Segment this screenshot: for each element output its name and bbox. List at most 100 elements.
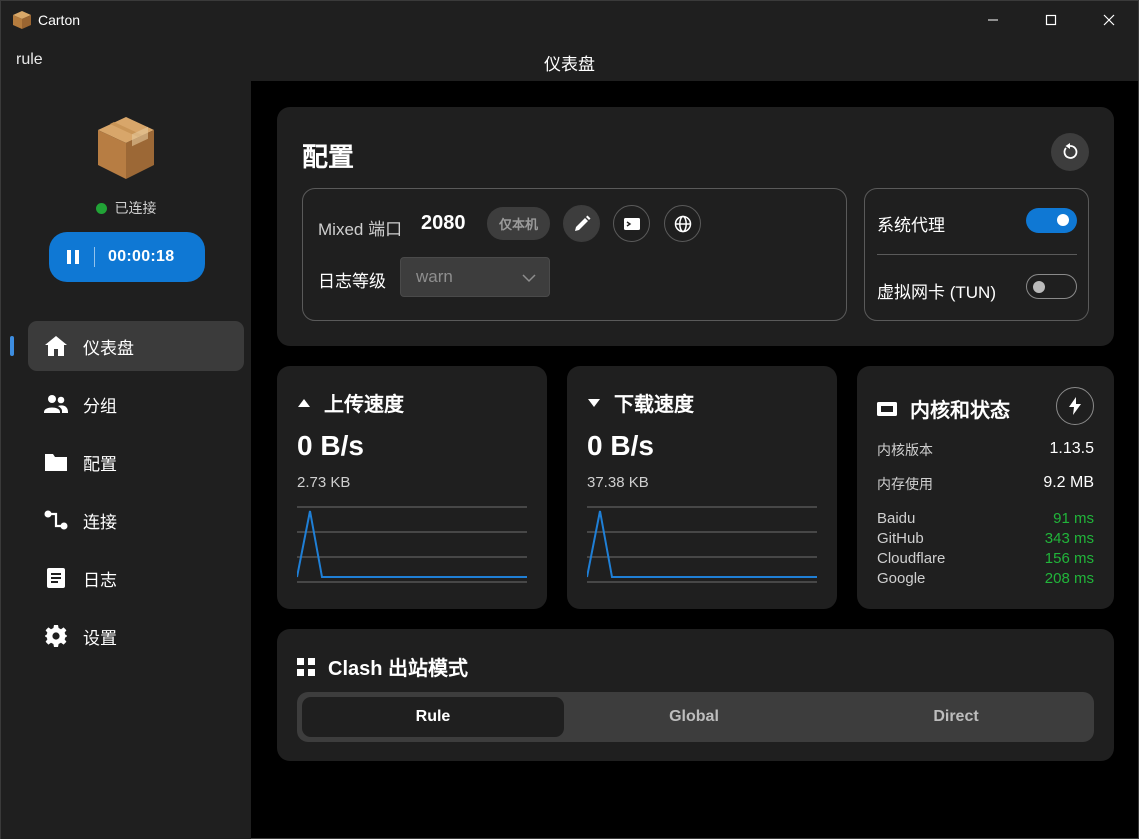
sidebar-item-label: 日志 — [83, 570, 117, 590]
close-button[interactable] — [1080, 1, 1138, 39]
sidebar-nav: 仪表盘 分组 配置 连接 日志 设置 — [10, 321, 244, 669]
latency-row: Cloudflare 156 ms — [877, 550, 1094, 570]
edit-port-button[interactable] — [563, 205, 600, 242]
title-bar[interactable]: Carton — [1, 1, 1138, 39]
terminal-icon — [623, 217, 640, 230]
sidebar-item-label: 分组 — [83, 396, 117, 416]
upload-series-line — [297, 510, 527, 578]
grid-icon — [297, 657, 315, 676]
upload-speed-value: 0 B/s — [297, 430, 364, 461]
connection-icon — [43, 507, 69, 533]
upload-total: 2.73 KB — [297, 474, 351, 491]
pause-timer-button[interactable]: 00:00:18 — [49, 232, 205, 282]
minimize-button[interactable] — [964, 1, 1022, 39]
download-title-text: 下载速度 — [614, 394, 694, 416]
caret-up-icon — [298, 398, 310, 407]
outbound-mode-card: Clash 出站模式 Rule Global Direct — [277, 629, 1114, 761]
globe-icon — [674, 215, 691, 232]
latency-site: Cloudflare — [877, 550, 946, 567]
lightning-icon — [1069, 397, 1081, 415]
pause-icon — [67, 250, 79, 264]
uptime-timer: 00:00:18 — [108, 248, 175, 265]
mode-title-text: Clash 出站模式 — [328, 658, 469, 680]
latency-list: Baidu 91 ms GitHub 343 ms Cloudflare 156… — [877, 510, 1094, 590]
mode-global-button[interactable]: Global — [563, 697, 825, 737]
status-text: 已连接 — [114, 200, 157, 216]
download-speed-card: 下载速度 0 B/s 37.38 KB — [567, 366, 837, 609]
sidebar-item-settings[interactable]: 设置 — [28, 611, 244, 661]
memory-row: 内存使用 9.2 MB — [877, 474, 1094, 494]
app-title: Carton — [38, 12, 81, 28]
toggle-knob — [1033, 281, 1045, 293]
reload-button[interactable] — [1051, 133, 1089, 171]
terminal-button[interactable] — [613, 205, 650, 242]
reload-icon — [1063, 143, 1078, 159]
page-title: 仪表盘 — [544, 55, 595, 74]
upload-title-text: 上传速度 — [324, 394, 404, 416]
status-dot — [95, 203, 107, 214]
mode-direct-button[interactable]: Direct — [825, 697, 1087, 737]
tun-label: 虚拟网卡 (TUN) — [877, 283, 996, 302]
sidebar-item-logs[interactable]: 日志 — [28, 553, 244, 603]
core-title-text: 内核和状态 — [910, 400, 1010, 422]
sidebar-item-groups[interactable]: 分组 — [28, 379, 244, 429]
local-only-badge[interactable]: 仅本机 — [487, 207, 550, 240]
sidebar-item-label: 配置 — [83, 454, 117, 474]
port-settings-box: Mixed 端口 2080 仅本机 日志等级 warn — [302, 188, 847, 321]
maximize-icon — [1045, 14, 1057, 26]
log-level-label: 日志等级 — [318, 272, 386, 291]
memory-label: 内存使用 — [877, 476, 933, 492]
app-box-icon — [13, 11, 31, 29]
people-icon — [43, 391, 69, 417]
sidebar-item-config[interactable]: 配置 — [28, 437, 244, 487]
log-level-select[interactable]: warn — [400, 257, 550, 297]
latency-row: Google 208 ms — [877, 570, 1094, 590]
core-action-button[interactable] — [1056, 387, 1094, 425]
core-status-card: 内核和状态 内核版本 1.13.5 内存使用 9.2 MB Baidu 91 m… — [857, 366, 1114, 609]
core-version-label: 内核版本 — [877, 442, 933, 458]
upload-title: 上传速度 — [298, 388, 404, 417]
maximize-button[interactable] — [1022, 1, 1080, 39]
latency-row: Baidu 91 ms — [877, 510, 1094, 530]
log-level-value: warn — [416, 267, 453, 286]
upload-speed-card: 上传速度 0 B/s 2.73 KB — [277, 366, 547, 609]
gear-icon — [43, 623, 69, 649]
web-ui-button[interactable] — [664, 205, 701, 242]
timer-separator — [94, 247, 95, 267]
system-proxy-toggle[interactable] — [1026, 208, 1077, 233]
mode-title: Clash 出站模式 — [297, 652, 468, 681]
config-title: 配置 — [302, 142, 355, 172]
chevron-down-icon — [522, 274, 536, 283]
close-icon — [1103, 14, 1115, 26]
tun-toggle[interactable] — [1026, 274, 1077, 299]
pencil-icon — [574, 215, 590, 231]
document-icon — [43, 565, 69, 591]
sidebar-item-dashboard[interactable]: 仪表盘 — [10, 321, 244, 371]
sidebar: 已连接 00:00:18 仪表盘 分组 配置 连接 日志 设置 — [1, 81, 251, 839]
sidebar-item-connections[interactable]: 连接 — [28, 495, 244, 545]
download-speed-chart — [587, 506, 817, 583]
upload-speed-chart — [297, 506, 527, 583]
connection-status: 已连接 — [1, 198, 251, 218]
latency-site: Baidu — [877, 510, 916, 527]
mixed-port-label: Mixed 端口 — [318, 220, 403, 239]
system-proxy-label: 系统代理 — [877, 216, 945, 235]
mode-rule-button[interactable]: Rule — [302, 697, 564, 737]
core-title: 内核和状态 — [877, 394, 1010, 423]
active-indicator — [10, 336, 14, 356]
header-bar: rule 仪表盘 — [1, 39, 1138, 81]
latency-site: Google — [877, 570, 926, 587]
download-title: 下载速度 — [588, 388, 694, 417]
home-icon — [43, 333, 69, 359]
latency-row: GitHub 343 ms — [877, 530, 1094, 550]
download-total: 37.38 KB — [587, 474, 649, 491]
divider — [877, 254, 1077, 255]
caret-down-icon — [588, 398, 600, 407]
toggle-knob — [1057, 214, 1069, 226]
app-window: Carton rule 仪表盘 已连接 00:00:18 仪表盘 分组 配置 连… — [0, 0, 1139, 839]
proxy-settings-box: 系统代理 虚拟网卡 (TUN) — [864, 188, 1089, 321]
mode-segmented-control: Rule Global Direct — [297, 692, 1094, 742]
core-version-row: 内核版本 1.13.5 — [877, 440, 1094, 460]
memory-value: 9.2 MB — [1043, 474, 1094, 491]
sidebar-item-label: 连接 — [83, 512, 117, 532]
